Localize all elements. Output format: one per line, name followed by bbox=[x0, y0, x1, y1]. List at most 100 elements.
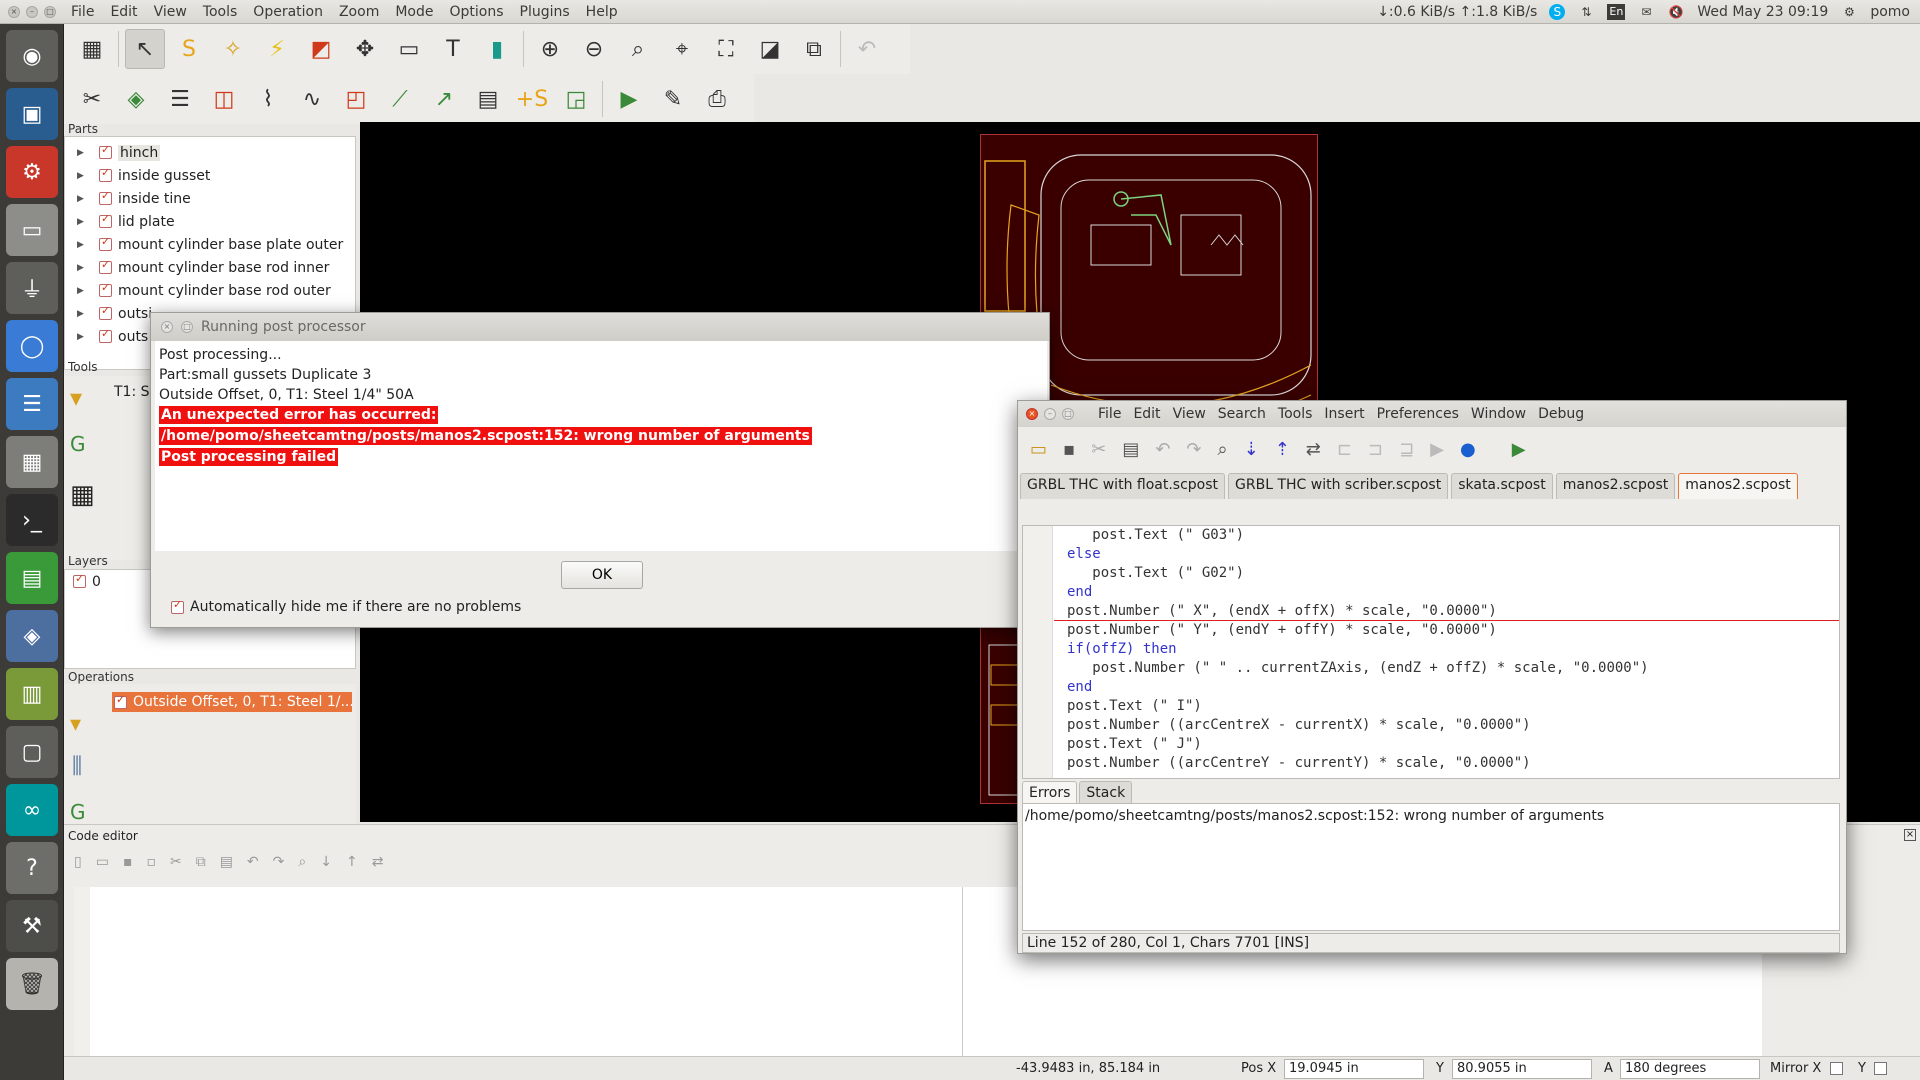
lead-tool-icon[interactable]: ⚡ bbox=[257, 29, 297, 69]
find-icon[interactable]: ⌕ bbox=[1218, 439, 1228, 460]
expand-arrow-icon[interactable]: ▶ bbox=[77, 332, 91, 342]
part-row[interactable]: ▶ lid plate bbox=[65, 210, 355, 233]
tab-file[interactable]: GRBL THC with float.scpost bbox=[1020, 473, 1226, 499]
error-message[interactable]: /home/pomo/sheetcamtng/posts/manos2.scpo… bbox=[1025, 808, 1837, 824]
checkbox[interactable] bbox=[99, 327, 112, 343]
checkbox[interactable] bbox=[99, 166, 112, 182]
nest-icon[interactable]: ▤ bbox=[468, 79, 508, 119]
tool-row[interactable]: T1: St bbox=[114, 384, 155, 400]
menu-options[interactable]: Options bbox=[448, 4, 504, 20]
menu-tools[interactable]: Tools bbox=[202, 4, 239, 20]
drive-icon[interactable]: ▭ bbox=[6, 204, 58, 256]
drill-op-icon[interactable]: ⫼ bbox=[72, 754, 82, 779]
tab-file[interactable]: GRBL THC with scriber.scpost bbox=[1228, 473, 1449, 499]
script-menu-debug[interactable]: Debug bbox=[1538, 406, 1584, 422]
plasma-tool-icon[interactable]: ▾ bbox=[70, 384, 82, 412]
code-view[interactable]: post.Text (" G03") else post.Text (" G02… bbox=[1022, 525, 1840, 779]
find-next-icon[interactable]: ↓ bbox=[320, 854, 332, 870]
script-menu-window[interactable]: Window bbox=[1471, 406, 1526, 422]
calculator-icon[interactable]: ▦ bbox=[6, 436, 58, 488]
menu-mode[interactable]: Mode bbox=[394, 4, 434, 20]
save-icon[interactable]: ▪ bbox=[123, 854, 133, 870]
open-file-icon[interactable]: ▭ bbox=[96, 854, 109, 870]
checkbox[interactable] bbox=[99, 304, 112, 320]
undo-icon[interactable]: ↶ bbox=[847, 29, 887, 69]
script-menu-search[interactable]: Search bbox=[1218, 406, 1266, 422]
job-options-icon[interactable]: ☰ bbox=[160, 79, 200, 119]
tab-tool-icon[interactable]: ◩ bbox=[301, 29, 341, 69]
mail-icon[interactable]: ✉ bbox=[1637, 4, 1655, 20]
part-row[interactable]: ▶ inside gusset bbox=[65, 164, 355, 187]
menu-help[interactable]: Help bbox=[585, 4, 619, 20]
paste-icon[interactable]: ▤ bbox=[220, 854, 233, 870]
zoom-all-icon[interactable]: ⌖ bbox=[662, 29, 702, 69]
user-name[interactable]: pomo bbox=[1870, 4, 1910, 20]
script-menu-view[interactable]: View bbox=[1173, 406, 1206, 422]
terminal-icon[interactable]: ›_ bbox=[6, 494, 58, 546]
cut-icon[interactable]: ✂ bbox=[170, 854, 182, 870]
checkbox[interactable] bbox=[114, 693, 127, 709]
usb-icon[interactable]: ⏚ bbox=[6, 262, 58, 314]
find-icon[interactable]: ⌕ bbox=[298, 854, 306, 870]
edit-post-icon[interactable]: ✎ bbox=[653, 79, 693, 119]
keyboard-layout[interactable]: En bbox=[1607, 3, 1626, 20]
checkbox[interactable] bbox=[99, 189, 112, 205]
drill-icon[interactable]: ▮ bbox=[477, 29, 517, 69]
line-icon[interactable]: ⟋ bbox=[380, 79, 420, 119]
close-icon[interactable]: × bbox=[161, 321, 173, 333]
step-over-icon[interactable]: ⊏ bbox=[1337, 439, 1352, 460]
tab-file[interactable]: skata.scpost bbox=[1451, 473, 1553, 499]
transfer-icon[interactable]: ⇅ bbox=[1577, 4, 1595, 20]
step-into-icon[interactable]: ⊐ bbox=[1368, 439, 1383, 460]
script-menu-preferences[interactable]: Preferences bbox=[1377, 406, 1459, 422]
open-folder-icon[interactable]: ▭ bbox=[1030, 439, 1047, 460]
checkbox[interactable] bbox=[99, 235, 112, 251]
breakpoint-icon[interactable]: ● bbox=[1460, 439, 1476, 460]
checkbox[interactable] bbox=[73, 572, 86, 588]
angle-field[interactable]: 180 degrees bbox=[1620, 1058, 1760, 1079]
workspace-icon[interactable]: ▢ bbox=[6, 726, 58, 778]
node-select-icon[interactable]: ✧ bbox=[213, 29, 253, 69]
layers-icon[interactable]: ◈ bbox=[116, 79, 156, 119]
part-row[interactable]: ▶ hinch bbox=[65, 141, 355, 164]
sheetcam-icon[interactable]: ⚙ bbox=[6, 146, 58, 198]
new-file-icon[interactable]: ▯ bbox=[74, 854, 82, 870]
script-menu-insert[interactable]: Insert bbox=[1324, 406, 1364, 422]
select-start-point-icon[interactable]: S bbox=[169, 29, 209, 69]
volume-icon[interactable]: 🔇 bbox=[1667, 4, 1685, 20]
print-icon[interactable]: ⎙ bbox=[697, 79, 737, 119]
part-row[interactable]: ▶ mount cylinder base rod inner bbox=[65, 256, 355, 279]
expand-arrow-icon[interactable]: ▶ bbox=[77, 286, 91, 296]
minimize-window-icon[interactable]: – bbox=[26, 5, 38, 18]
expand-arrow-icon[interactable]: ▶ bbox=[77, 194, 91, 204]
zoom-out-icon[interactable]: ⊖ bbox=[574, 29, 614, 69]
chromium-icon[interactable]: ◯ bbox=[6, 320, 58, 372]
run-post-icon[interactable]: ▶ bbox=[1512, 439, 1526, 460]
system-monitor-icon[interactable]: ▥ bbox=[6, 668, 58, 720]
gcode-op-icon[interactable]: G bbox=[70, 800, 86, 824]
tab-file[interactable]: manos2.scpost bbox=[1555, 473, 1676, 499]
text-tool-icon[interactable]: T bbox=[433, 29, 473, 69]
save-as-icon[interactable]: ▫ bbox=[146, 854, 156, 870]
run-post-icon[interactable]: ▶ bbox=[609, 79, 649, 119]
part-row[interactable]: ▶ mount cylinder base plate outer bbox=[65, 233, 355, 256]
offset-icon[interactable]: ◰ bbox=[336, 79, 376, 119]
path-icon[interactable]: ⌇ bbox=[248, 79, 288, 119]
maximize-icon[interactable]: □ bbox=[1062, 408, 1074, 420]
checkbox[interactable] bbox=[99, 212, 112, 228]
ubuntu-dash-icon[interactable]: ◉ bbox=[6, 30, 58, 82]
part-row[interactable]: ▶ mount cylinder base rod outer bbox=[65, 279, 355, 302]
save-icon[interactable]: ▪ bbox=[1063, 439, 1075, 460]
close-window-icon[interactable]: × bbox=[8, 5, 20, 18]
paste-icon[interactable]: ▤ bbox=[1122, 439, 1139, 460]
tool-icon[interactable]: ⚒ bbox=[6, 900, 58, 952]
software-center-icon[interactable]: ◈ bbox=[6, 610, 58, 662]
auto-hide-checkbox[interactable] bbox=[171, 598, 184, 614]
script-menu-file[interactable]: File bbox=[1098, 406, 1121, 422]
calc-icon[interactable]: ▤ bbox=[6, 552, 58, 604]
skype-icon[interactable]: S bbox=[1549, 3, 1566, 20]
zoom-window-icon[interactable]: ⌕ bbox=[618, 29, 658, 69]
script-menu-edit[interactable]: Edit bbox=[1133, 406, 1160, 422]
select-tool-icon[interactable]: ↖ bbox=[125, 29, 165, 69]
ok-button[interactable]: OK bbox=[561, 561, 643, 589]
